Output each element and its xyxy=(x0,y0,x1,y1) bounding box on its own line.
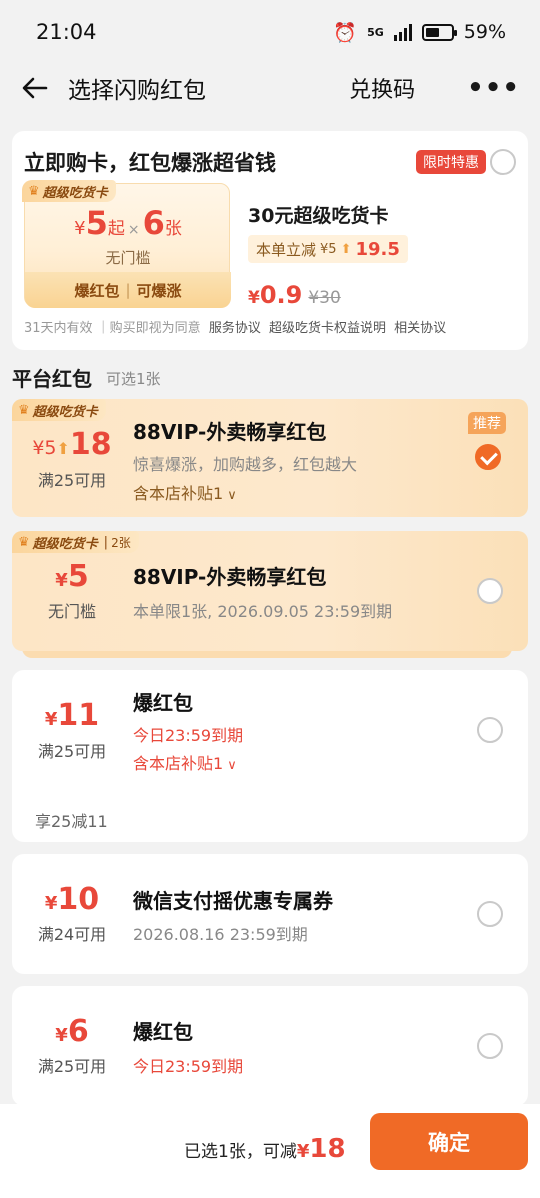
status-bar: 21:04 ⏰ 5G 59% xyxy=(0,0,540,64)
more-icon[interactable]: ••• xyxy=(467,73,520,103)
coupon-amount: ¥5 xyxy=(55,559,89,594)
promo-no-threshold: 无门槛 xyxy=(105,249,151,267)
nav-bar: 选择闪购红包 兑换码 ••• xyxy=(0,62,540,114)
selected-amount: ¥18 xyxy=(296,1134,346,1164)
coupon-radio[interactable] xyxy=(477,1033,503,1059)
coupon-amount: ¥5⬆18 xyxy=(32,427,112,462)
limited-offer-badge: 限时特惠 xyxy=(416,150,486,174)
page-title: 选择闪购红包 xyxy=(68,78,206,104)
coupon-title: 微信支付摇优惠专属券 xyxy=(133,889,333,913)
redeem-code-link[interactable]: 兑换码 xyxy=(349,72,415,104)
coupon-title: 爆红包 xyxy=(133,691,193,715)
coupon-expire: 今日23:59到期 xyxy=(133,1057,244,1076)
coupon-subsidy[interactable]: 含本店补贴1 ∨ xyxy=(133,750,237,774)
arrow-up-icon: ⬆ xyxy=(56,439,70,458)
promo-price: ¥0.9 ¥30 xyxy=(248,281,341,309)
promo-radio[interactable] xyxy=(490,149,516,175)
coupon-expire: 今日23:59到期 xyxy=(133,726,244,745)
coupon-item[interactable]: ¥10 满24可用 微信支付摇优惠专属券 2026.08.16 23:59到期 xyxy=(12,854,528,974)
signal-icon xyxy=(393,23,412,41)
coupon-condition: 满25可用 xyxy=(37,1057,107,1076)
coupon-note: 享25减11 xyxy=(35,812,108,831)
coupon-title: 88VIP-外卖畅享红包 xyxy=(133,420,327,444)
coupon-amount: ¥6 xyxy=(55,1014,89,1049)
coupon-title: 88VIP-外卖畅享红包 xyxy=(133,565,327,589)
coupon-radio[interactable] xyxy=(477,901,503,927)
alarm-icon: ⏰ xyxy=(333,21,358,44)
promo-card-name: 30元超级吃货卡 xyxy=(248,205,389,227)
coupon-vip-stacked[interactable]: ♛ 超级吃货卡 | 2张 ¥5 无门槛 88VIP-外卖畅享红包 本单限1张, 202… xyxy=(12,531,528,651)
coupon-item[interactable]: ¥11 满25可用 爆红包 今日23:59到期 含本店补贴1 ∨ 享25减11 xyxy=(12,670,528,842)
coupon-condition: 满24可用 xyxy=(37,925,107,944)
status-icons: ⏰ 5G 59% xyxy=(333,21,506,44)
status-time: 21:04 xyxy=(36,20,97,44)
service-agreement-link[interactable]: 服务协议 xyxy=(209,321,261,336)
coupon-condition: 无门槛 xyxy=(47,602,96,621)
promo-agreement: 31天内有效 ｜购买即视为同意 服务协议 超级吃货卡权益说明 相关协议 xyxy=(24,321,447,336)
crown-icon: ♛ xyxy=(18,402,30,418)
coupon-amount: ¥11 xyxy=(44,698,100,733)
selected-summary: 已选1张，可减¥18 xyxy=(184,1134,346,1164)
coupon-subsidy[interactable]: 含本店补贴1 ∨ xyxy=(133,480,237,504)
network-label: 5G xyxy=(367,25,384,39)
crown-icon: ♛ xyxy=(28,183,40,199)
battery-percent: 59% xyxy=(463,21,506,43)
promo-reduce-badge: 本单立减 ¥5 ⬆ 19.5 xyxy=(248,235,408,263)
bottom-bar: 已选1张，可减¥18 确定 xyxy=(0,1104,540,1198)
promo-old-price: ¥30 xyxy=(308,288,341,308)
super-foodie-tag: ♛ 超级吃货卡 xyxy=(22,180,116,202)
coupon-amount: ¥10 xyxy=(44,882,100,917)
confirm-button[interactable]: 确定 xyxy=(370,1113,528,1170)
promo-amount: ¥5起 ×6张 xyxy=(74,204,182,242)
battery-icon xyxy=(421,23,457,41)
coupon-desc: 本单限1张, 2026.09.05 23:59到期 xyxy=(133,602,393,621)
coupon-desc: 2026.08.16 23:59到期 xyxy=(133,925,308,944)
super-foodie-tag: ♛ 超级吃货卡 xyxy=(12,399,106,421)
coupon-condition: 满25可用 xyxy=(37,471,107,490)
coupon-radio-checked[interactable] xyxy=(475,444,501,470)
coupon-condition: 满25可用 xyxy=(37,742,107,761)
chevron-down-icon: ∨ xyxy=(227,758,237,773)
promo-headline: 立即购卡，红包爆涨超省钱 xyxy=(24,151,276,175)
coupon-vip-recommended[interactable]: ♛ 超级吃货卡 ¥5⬆18 满25可用 88VIP-外卖畅享红包 惊喜爆涨，加购越… xyxy=(12,399,528,517)
back-arrow-icon[interactable] xyxy=(20,73,50,103)
coupon-title: 爆红包 xyxy=(133,1020,193,1044)
coupon-item[interactable]: ¥6 满25可用 爆红包 今日23:59到期 xyxy=(12,986,528,1106)
coupon-radio[interactable] xyxy=(477,717,503,743)
section-subtitle: 可选1张 xyxy=(106,370,161,388)
coupon-count: 2张 xyxy=(111,535,131,550)
section-title: 平台红包 xyxy=(12,367,92,391)
coupon-desc: 惊喜爆涨，加购越多，红包越大 xyxy=(133,455,358,474)
benefits-link[interactable]: 超级吃货卡权益说明 xyxy=(269,321,386,336)
super-foodie-tag: ♛ 超级吃货卡 | 2张 xyxy=(12,531,139,553)
promo-card[interactable]: 立即购卡，红包爆涨超省钱 限时特惠 ¥5起 ×6张 无门槛 爆红包 | 可爆涨 ♛ 超级… xyxy=(12,131,528,350)
crown-icon: ♛ xyxy=(18,534,30,550)
chevron-down-icon: ∨ xyxy=(227,488,237,503)
promo-coupon-footer: 爆红包 | 可爆涨 xyxy=(25,272,231,308)
related-agreement-link[interactable]: 相关协议 xyxy=(394,321,446,336)
coupon-radio[interactable] xyxy=(477,578,503,604)
recommend-badge: 推荐 xyxy=(468,412,506,434)
arrow-up-icon: ⬆ xyxy=(340,241,352,257)
